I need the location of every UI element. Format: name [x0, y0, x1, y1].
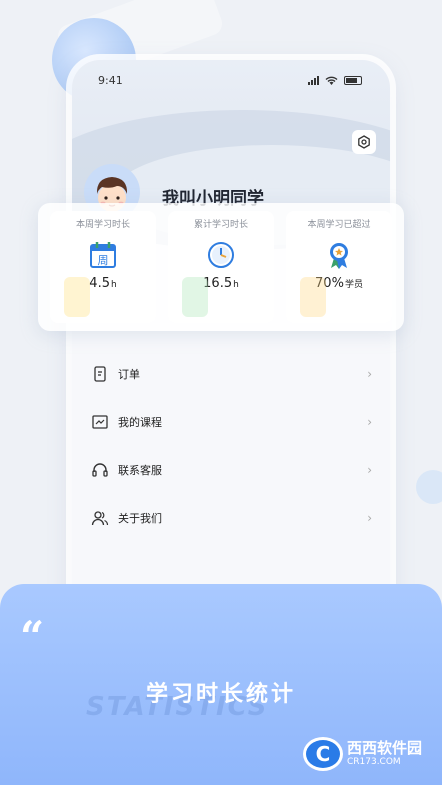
watermark-brand: 西西软件园 [346, 739, 422, 757]
headset-icon [90, 460, 110, 480]
settings-button[interactable] [352, 130, 376, 154]
menu-item-label: 联系客服 [118, 464, 162, 477]
watermark-url: CR173.COM [346, 757, 401, 767]
menu-item-contact-support[interactable]: 联系客服 › [72, 446, 390, 494]
promo-banner: “ STATISTICS 学习时长统计 C 西西软件园 CR173.COM [0, 584, 442, 785]
stat-value-weekly: 4.5h [89, 276, 117, 291]
menu-item-my-courses[interactable]: 我的课程 › [72, 398, 390, 446]
medal-icon [330, 243, 348, 269]
signal-icon [308, 75, 319, 85]
menu-item-label: 我的课程 [118, 416, 162, 429]
banner-title: 学习时长统计 [145, 682, 296, 707]
menu-item-orders[interactable]: 订单 › [72, 350, 390, 398]
course-icon [90, 412, 110, 432]
menu-list: 订单 › 我的课程 › 联系客服 › 关于我们 › [72, 350, 390, 542]
study-stats-card: 本周学习时长 周 4.5h 累计学习时长 16.5h 本周学习已超过 70%学员 [38, 203, 404, 331]
battery-icon [344, 75, 362, 85]
chevron-right-icon: › [367, 367, 372, 381]
status-bar: 9:41 [72, 60, 390, 100]
svg-text:周: 周 [98, 254, 109, 267]
menu-item-label: 订单 [118, 368, 140, 381]
calendar-week-icon: 周 [90, 242, 116, 268]
watermark-text: 西西软件园 CR173.COM [347, 741, 422, 767]
status-time: 9:41 [98, 73, 123, 87]
quote-mark: “ [20, 612, 45, 661]
chevron-right-icon: › [367, 463, 372, 477]
menu-item-label: 关于我们 [118, 512, 162, 525]
stat-accent [64, 277, 90, 317]
settings-icon [358, 135, 370, 149]
background-dot [416, 470, 442, 504]
stat-weekly-percentile[interactable]: 本周学习已超过 70%学员 [286, 211, 392, 323]
order-icon [90, 364, 110, 384]
stat-value-total: 16.5h [203, 276, 239, 291]
stat-accent [182, 277, 208, 317]
chevron-right-icon: › [367, 511, 372, 525]
stat-weekly-study-time[interactable]: 本周学习时长 周 4.5h [50, 211, 156, 323]
watermark-logo-icon: C [302, 737, 343, 771]
stat-total-study-time[interactable]: 累计学习时长 16.5h [168, 211, 274, 323]
stat-label: 本周学习已超过 [307, 220, 371, 230]
stat-label: 本周学习时长 [75, 220, 130, 230]
status-icons [308, 75, 362, 85]
chevron-right-icon: › [367, 415, 372, 429]
stat-accent [300, 277, 326, 317]
site-watermark: C 西西软件园 CR173.COM [242, 734, 422, 774]
menu-item-about-us[interactable]: 关于我们 › [72, 494, 390, 542]
stat-label: 累计学习时长 [193, 220, 248, 230]
users-icon [90, 508, 110, 528]
clock-icon [208, 242, 234, 268]
wifi-icon [325, 76, 338, 85]
